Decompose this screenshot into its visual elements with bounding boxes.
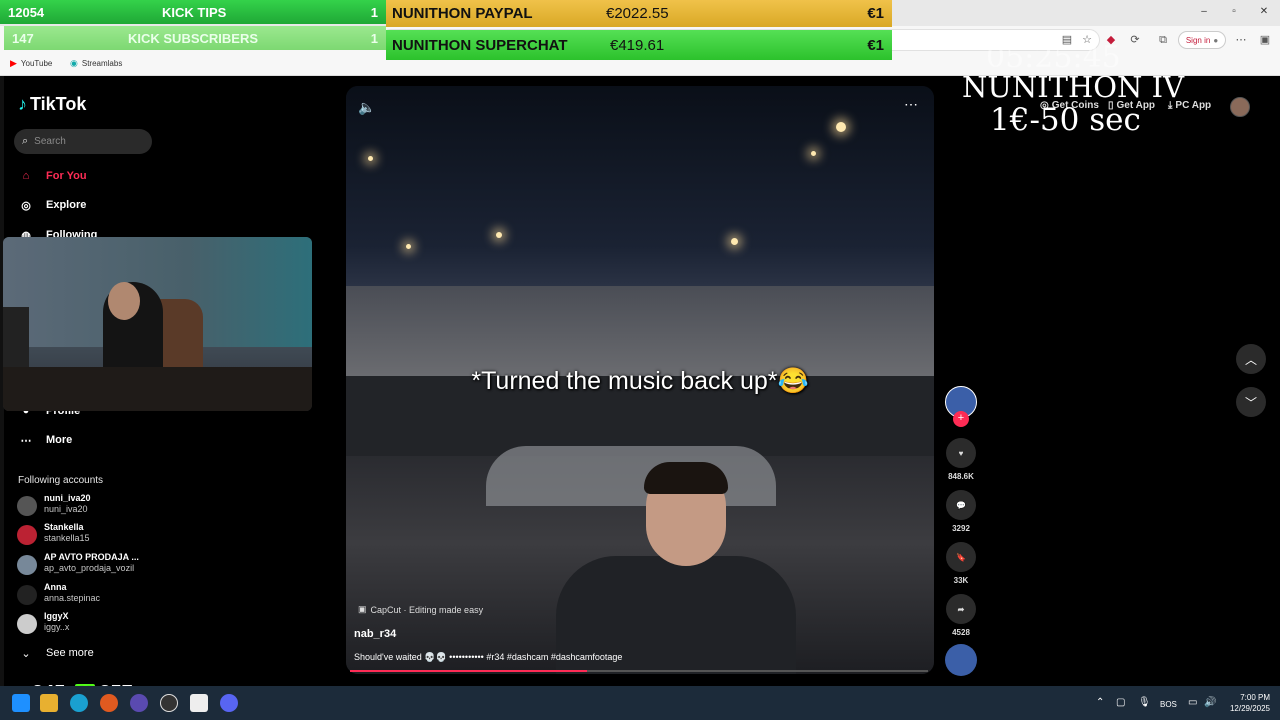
home-icon: ⌂ xyxy=(22,170,30,182)
compass-icon: ◎ xyxy=(21,199,31,212)
profile-icon: ● xyxy=(1213,35,1219,45)
capcut-taskbar-icon[interactable] xyxy=(190,694,208,712)
video-caption-overlay: *Turned the music back up*😂 xyxy=(471,367,809,395)
language-indicator[interactable]: BOS xyxy=(1160,700,1177,709)
avatar xyxy=(17,496,37,516)
search-input[interactable]: ⌕ Search xyxy=(14,129,152,154)
avatar xyxy=(17,585,37,605)
youtube-icon: ▶ xyxy=(10,58,17,68)
edge-icon[interactable] xyxy=(70,694,88,712)
timer-rate: 1€-50 sec xyxy=(990,102,1141,138)
bookmark-action[interactable]: 🔖 33K xyxy=(946,542,976,585)
comment-action[interactable]: 💬 3292 xyxy=(946,490,976,533)
settings-menu-icon[interactable]: ⋯ xyxy=(1234,33,1248,47)
tray-app-icon[interactable]: ▢ xyxy=(1116,697,1125,708)
like-action[interactable]: ♥ 848.6K xyxy=(946,438,976,481)
nav-explore[interactable]: ◎ Explore xyxy=(18,197,86,213)
progress-fill xyxy=(350,670,587,672)
nav-more[interactable]: ⋯ More xyxy=(18,432,73,448)
chevron-down-icon: ⌄ xyxy=(21,647,31,660)
tiktok-logo[interactable]: ♪ TikTok xyxy=(18,94,86,115)
close-window-button[interactable]: ✕ xyxy=(1254,6,1274,17)
bookmark-icon: 🔖 xyxy=(946,542,976,572)
obs-icon[interactable] xyxy=(160,694,178,712)
heart-icon: ♥ xyxy=(946,438,976,468)
chevron-down-icon: ﹀ xyxy=(1244,395,1257,410)
more-dots-icon: ⋯ xyxy=(20,434,32,447)
user-avatar[interactable] xyxy=(1230,97,1250,117)
capcut-label[interactable]: ▣ CapCut · Editing made easy xyxy=(358,604,483,615)
discord-icon[interactable] xyxy=(220,694,238,712)
follow-plus-button[interactable]: + xyxy=(953,411,969,427)
more-options-icon[interactable]: ⋯ xyxy=(904,96,918,113)
next-video-avatar[interactable] xyxy=(945,644,977,676)
previous-video-button[interactable]: ︿ xyxy=(1236,344,1266,374)
collections-icon[interactable]: ⧉ xyxy=(1156,33,1170,47)
following-account[interactable]: Anna anna.stepinac xyxy=(17,582,100,605)
next-video-button[interactable]: ﹀ xyxy=(1236,387,1266,417)
kick-subscribers-bar: 147 KICK SUBSCRIBERS 1 xyxy=(4,26,386,50)
volume-icon[interactable]: 🔈 xyxy=(358,99,375,116)
sidebar-icon[interactable]: ▣ xyxy=(1258,33,1272,47)
avatar xyxy=(17,555,37,575)
file-explorer-icon[interactable] xyxy=(40,694,58,712)
kick-tips-bar: 12054 KICK TIPS 1 xyxy=(0,0,386,24)
following-account[interactable]: Stankella stankella15 xyxy=(17,522,90,545)
video-progress-bar[interactable] xyxy=(350,670,928,672)
superchat-donations-bar: NUNITHON SUPERCHAT €419.61 €1 xyxy=(386,30,892,60)
following-account[interactable]: IggyX iggy..x xyxy=(17,611,69,634)
capcut-icon: ▣ xyxy=(358,604,367,614)
following-account[interactable]: nuni_iva20 nuni_iva20 xyxy=(17,493,91,516)
maximize-button[interactable]: ▫ xyxy=(1224,6,1244,17)
system-clock[interactable]: 7:00 PM 12/29/2025 xyxy=(1220,692,1270,714)
video-description: Should've waited 💀💀 ••••••••••• #r34 #da… xyxy=(354,652,623,662)
webcam-overlay xyxy=(3,237,312,411)
paypal-donations-bar: NUNITHON PAYPAL €2022.55 €1 xyxy=(386,0,892,27)
volume-tray-icon[interactable]: 🔊 xyxy=(1204,697,1216,708)
refresh-icon[interactable]: ⟳ xyxy=(1128,33,1142,47)
avatar xyxy=(17,614,37,634)
event-title: NUNITHON IV xyxy=(962,70,1185,104)
tiktok-note-icon: ♪ xyxy=(18,94,27,114)
see-more-button[interactable]: ⌄ See more xyxy=(18,645,93,661)
bookmark-youtube[interactable]: ▶ YouTube xyxy=(10,58,52,69)
nav-for-you[interactable]: ⌂ For You xyxy=(18,168,87,184)
firefox-icon[interactable] xyxy=(100,694,118,712)
following-accounts-title: Following accounts xyxy=(18,475,104,486)
app-icon[interactable] xyxy=(130,694,148,712)
bookmark-streamlabs[interactable]: ◉ Streamlabs xyxy=(70,58,122,69)
video-author[interactable]: nab_r34 xyxy=(354,628,396,640)
network-icon[interactable]: ▭ xyxy=(1188,697,1197,708)
share-icon: ➦ xyxy=(946,594,976,624)
minimize-button[interactable]: – xyxy=(1194,6,1214,17)
chevron-up-icon: ︿ xyxy=(1244,352,1257,367)
share-action[interactable]: ➦ 4528 xyxy=(946,594,976,637)
start-icon[interactable] xyxy=(12,694,30,712)
comment-icon: 💬 xyxy=(946,490,976,520)
streamlabs-icon: ◉ xyxy=(70,58,78,68)
sign-in-button[interactable]: Sign in ● xyxy=(1178,31,1226,49)
search-icon: ⌕ xyxy=(22,135,29,147)
microphone-icon[interactable]: 🎙 xyxy=(1138,697,1151,708)
following-account[interactable]: AP AVTO PRODAJA ... ap_avto_prodaja_vozil xyxy=(17,552,139,575)
chevron-up-icon[interactable]: ⌃ xyxy=(1096,697,1104,708)
avatar xyxy=(17,525,37,545)
